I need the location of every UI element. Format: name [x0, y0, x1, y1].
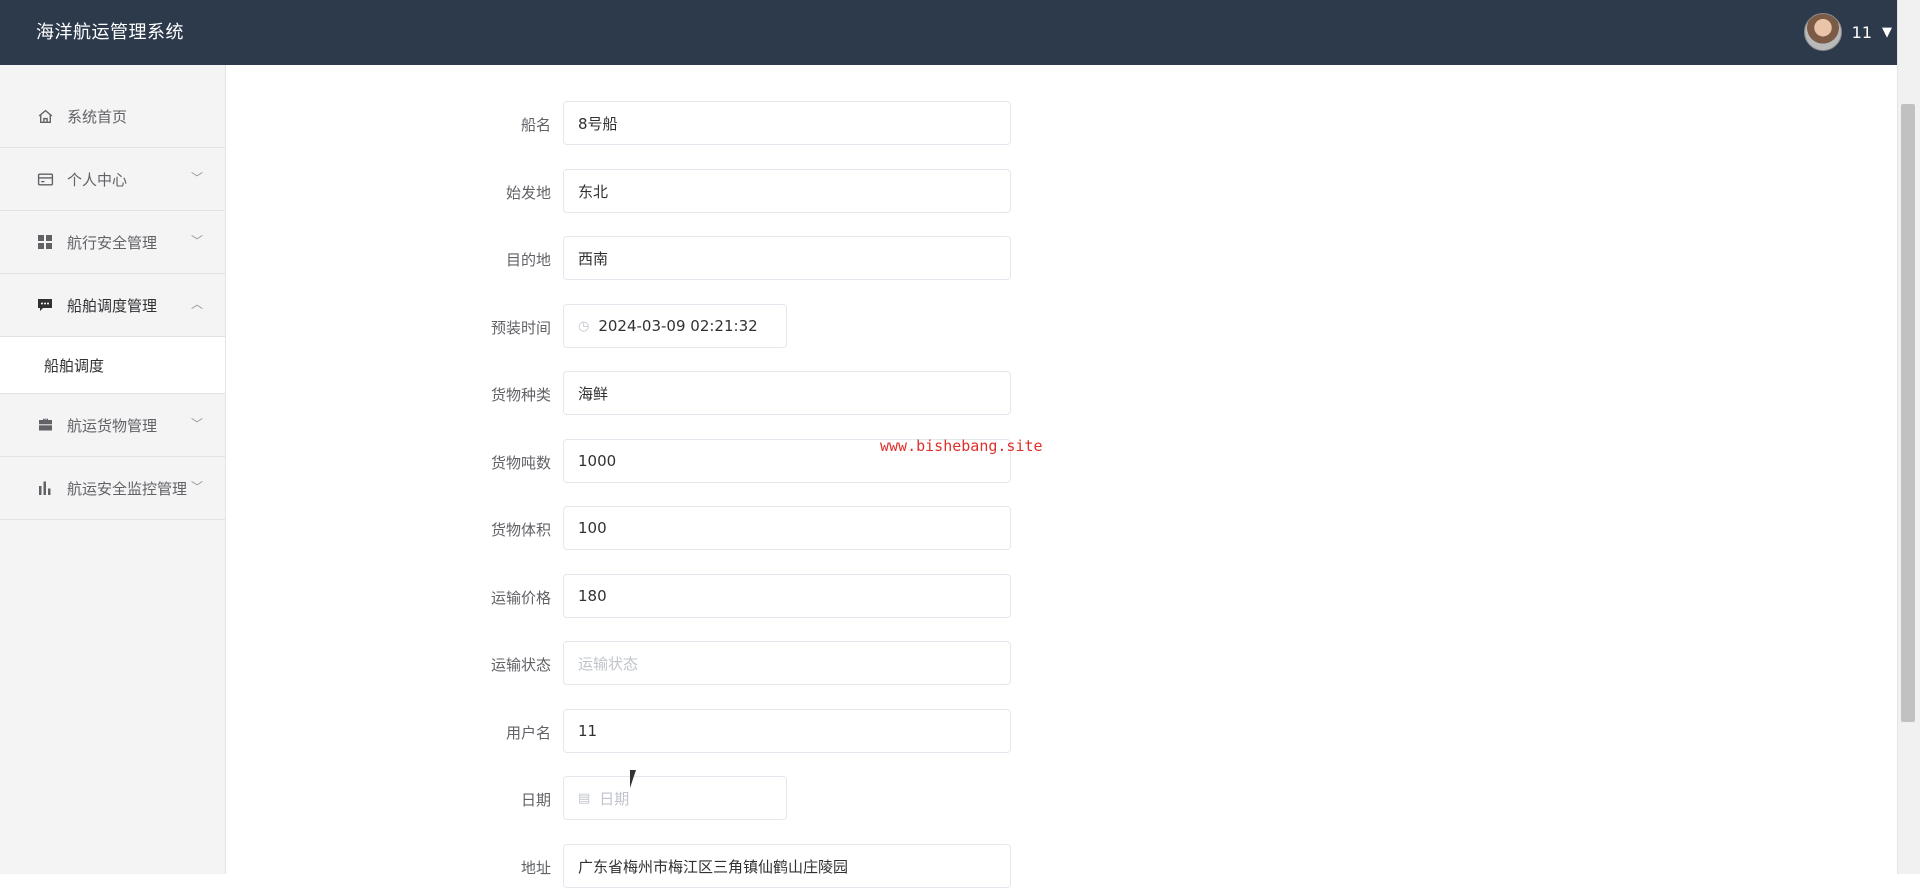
field-label: 货物体积: [490, 521, 551, 539]
field-value: 东北: [578, 182, 609, 201]
wallet-icon: [36, 170, 54, 188]
top-navbar: 海洋航运管理系统 11 ▼: [0, 0, 1898, 65]
form-row-cargo-type: 货物种类 海鲜: [226, 371, 1126, 417]
sidebar-item-label: 个人中心: [67, 170, 128, 189]
bar-chart-icon: [36, 479, 54, 497]
sidebar-item-ship-dispatch-management[interactable]: 船舶调度管理 ︿: [0, 274, 225, 337]
sidebar: 系统首页 个人中心 ﹀ 航行安全管理 ﹀ 船舶调度管理 ︿ 船舶调度 航运货物管…: [0, 65, 226, 874]
field-placeholder: 日期: [599, 789, 630, 808]
scrollbar[interactable]: [1897, 0, 1920, 874]
destination-input[interactable]: 西南: [563, 236, 1011, 280]
field-label: 始发地: [505, 184, 551, 202]
form-row-date: 日期 ▤ 日期: [226, 776, 1126, 822]
form-row-transport-status: 运输状态 运输状态: [226, 641, 1126, 687]
sidebar-subitem-label: 船舶调度: [44, 356, 105, 375]
address-input[interactable]: 广东省梅州市梅江区三角镇仙鹤山庄陵园: [563, 844, 1011, 888]
sidebar-item-home[interactable]: 系统首页: [0, 85, 225, 148]
chevron-down-icon: ﹀: [191, 479, 204, 494]
form-row-address: 地址 广东省梅州市梅江区三角镇仙鹤山庄陵园: [226, 844, 1126, 890]
form-row-cargo-volume: 货物体积 100: [226, 506, 1126, 552]
field-label: 预装时间: [490, 319, 551, 337]
chevron-down-icon: ﹀: [191, 233, 204, 248]
field-value: 1000: [578, 452, 617, 470]
field-value: 180: [578, 587, 607, 605]
briefcase-icon: [36, 416, 54, 434]
form-row-transport-price: 运输价格 180: [226, 574, 1126, 620]
calendar-icon: ▤: [578, 790, 591, 806]
field-label: 运输价格: [490, 589, 551, 607]
sidebar-item-personal-center[interactable]: 个人中心 ﹀: [0, 148, 225, 211]
field-value: 100: [578, 519, 607, 537]
form-row-preload-time: 预装时间 ◷ 2024-03-09 02:21:32: [226, 304, 1126, 350]
sidebar-item-label: 航行安全管理: [67, 233, 158, 252]
field-label: 货物吨数: [490, 454, 551, 472]
transport-price-input[interactable]: 180: [563, 574, 1011, 618]
field-value: 海鲜: [578, 384, 609, 403]
ship-dispatch-form: 船名 8号船 始发地 东北 目的地 西南 预装时间 ◷ 2024-03-09 0…: [226, 65, 1876, 888]
field-placeholder: 运输状态: [578, 654, 639, 673]
field-value: 11: [578, 722, 598, 740]
field-label: 日期: [520, 791, 551, 809]
username-input[interactable]: 11: [563, 709, 1011, 753]
sidebar-item-cargo-management[interactable]: 航运货物管理 ﹀: [0, 394, 225, 457]
app-title: 海洋航运管理系统: [36, 22, 184, 43]
chevron-up-icon: ︿: [191, 296, 204, 311]
field-value: 8号船: [578, 114, 618, 133]
form-row-username: 用户名 11: [226, 709, 1126, 755]
grid-icon: [36, 233, 54, 251]
field-label: 地址: [520, 859, 551, 877]
sidebar-item-safety-monitoring[interactable]: 航运安全监控管理 ﹀: [0, 457, 225, 520]
sidebar-item-label: 系统首页: [67, 107, 128, 126]
home-icon: [36, 107, 54, 125]
transport-status-input[interactable]: 运输状态: [563, 641, 1011, 685]
watermark: www.bishebang.site: [880, 437, 1043, 455]
cargo-type-input[interactable]: 海鲜: [563, 371, 1011, 415]
field-label: 运输状态: [490, 656, 551, 674]
field-value: 2024-03-09 02:21:32: [598, 317, 758, 335]
field-label: 货物种类: [490, 386, 551, 404]
mouse-cursor-icon: [630, 770, 642, 788]
clock-icon: ◷: [578, 318, 590, 334]
field-value: 西南: [578, 249, 609, 268]
date-picker[interactable]: ▤ 日期: [563, 776, 787, 820]
sidebar-item-navigation-safety[interactable]: 航行安全管理 ﹀: [0, 211, 225, 274]
caret-down-icon: ▼: [1882, 24, 1892, 40]
sidebar-item-label: 船舶调度管理: [67, 296, 158, 315]
chevron-down-icon: ﹀: [191, 416, 204, 431]
field-label: 目的地: [505, 251, 551, 269]
sidebar-item-label: 航运货物管理: [67, 416, 158, 435]
chevron-down-icon: ﹀: [191, 170, 204, 185]
sidebar-item-label: 航运安全监控管理: [67, 479, 188, 498]
field-value: 广东省梅州市梅江区三角镇仙鹤山庄陵园: [578, 857, 849, 876]
username: 11: [1851, 22, 1872, 42]
preload-time-picker[interactable]: ◷ 2024-03-09 02:21:32: [563, 304, 787, 348]
chat-icon: [36, 296, 54, 314]
field-label: 船名: [520, 116, 551, 134]
user-menu[interactable]: 11 ▼: [1803, 13, 1892, 51]
sidebar-menu: 系统首页 个人中心 ﹀ 航行安全管理 ﹀ 船舶调度管理 ︿ 船舶调度 航运货物管…: [0, 85, 225, 520]
form-row-destination: 目的地 西南: [226, 236, 1126, 282]
avatar[interactable]: [1803, 13, 1842, 51]
form-row-ship-name: 船名 8号船: [226, 101, 1126, 147]
cargo-volume-input[interactable]: 100: [563, 506, 1011, 550]
ship-name-input[interactable]: 8号船: [563, 101, 1011, 145]
origin-input[interactable]: 东北: [563, 169, 1011, 213]
scrollbar-thumb[interactable]: [1901, 104, 1915, 722]
sidebar-subitem-ship-dispatch[interactable]: 船舶调度: [0, 337, 225, 394]
field-label: 用户名: [505, 724, 551, 742]
form-row-origin: 始发地 东北: [226, 169, 1126, 215]
